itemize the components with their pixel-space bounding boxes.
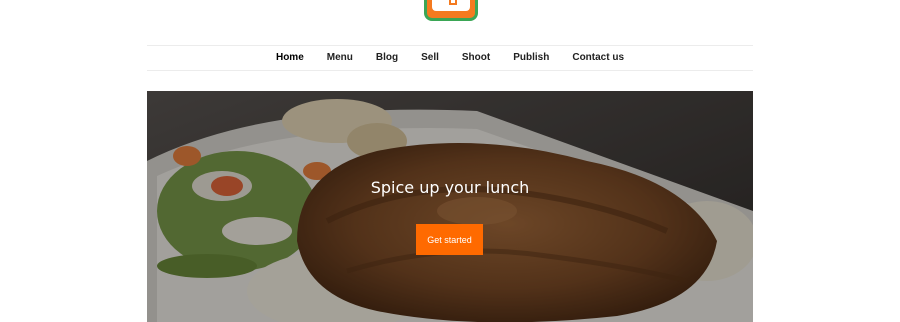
logo-cup-icon [449,0,457,5]
nav-item-menu[interactable]: Menu [327,53,353,63]
nav-item-sell[interactable]: Sell [421,53,439,63]
hero-banner: Spice up your lunch Get started [147,91,753,322]
get-started-button[interactable]: Get started [416,224,483,255]
hero-title: Spice up your lunch [370,178,530,197]
logo-inner [432,0,470,11]
nav-item-home[interactable]: Home [276,53,304,63]
nav-item-blog[interactable]: Blog [376,53,398,63]
hero-overlay [147,91,753,322]
nav-item-shoot[interactable]: Shoot [462,53,490,63]
nav-item-publish[interactable]: Publish [513,53,549,63]
main-nav: Home Menu Blog Sell Shoot Publish Contac… [147,45,753,71]
nav-item-contact-us[interactable]: Contact us [572,53,624,63]
site-logo[interactable] [424,0,478,21]
